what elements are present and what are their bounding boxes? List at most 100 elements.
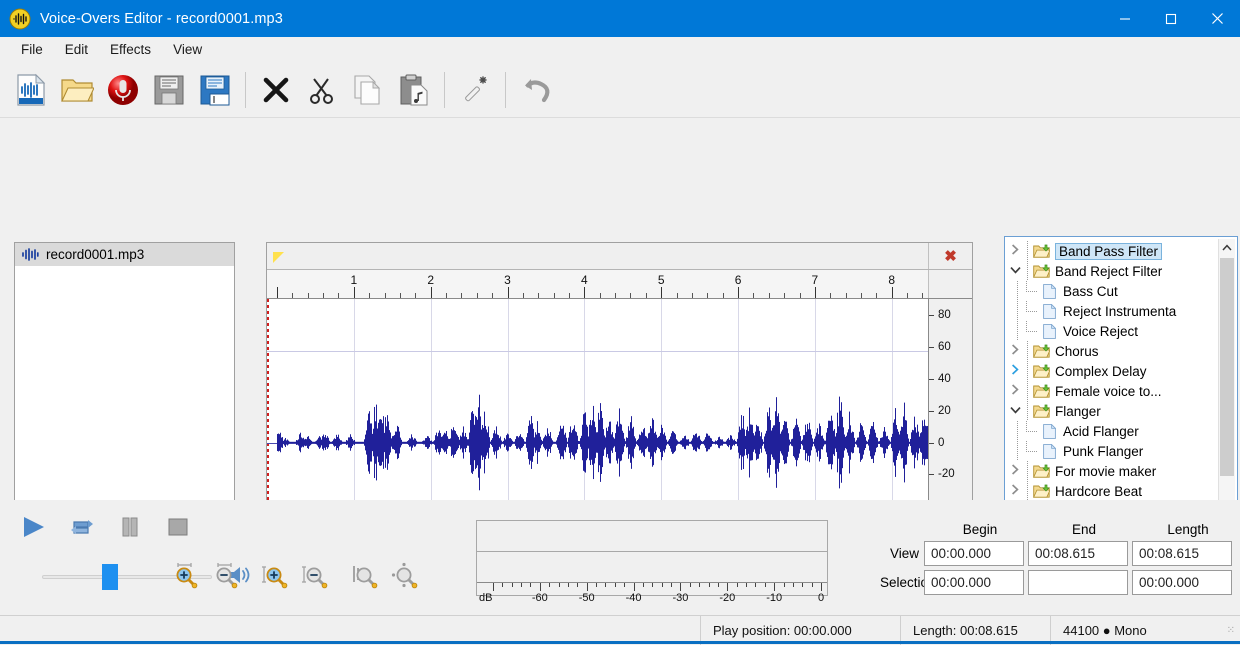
save-button[interactable] bbox=[146, 67, 192, 113]
new-file-button[interactable] bbox=[8, 67, 54, 113]
ruler-minor-tick bbox=[676, 293, 678, 298]
ruler-label: 4 bbox=[581, 273, 588, 287]
selection-row: Selection 00:00.000 00:00.000 bbox=[880, 570, 1240, 595]
loop-button[interactable] bbox=[64, 512, 100, 542]
view-row: View 00:00.000 00:08.615 00:08.615 bbox=[880, 541, 1240, 566]
tree-folder-row[interactable]: Chorus bbox=[1007, 341, 1218, 361]
chevron-right-icon[interactable] bbox=[1007, 384, 1023, 398]
selection-begin-field[interactable]: 00:00.000 bbox=[924, 570, 1024, 595]
ruler-minor-tick bbox=[415, 293, 417, 298]
minimize-button[interactable] bbox=[1102, 0, 1148, 37]
tree-folder-row[interactable]: Female voice to... bbox=[1007, 381, 1218, 401]
pause-button[interactable] bbox=[112, 512, 148, 542]
paste-button[interactable] bbox=[391, 67, 437, 113]
tree-item-row[interactable]: Acid Flanger bbox=[1007, 421, 1218, 441]
ruler-minor-tick bbox=[615, 293, 617, 298]
tree-item-row[interactable]: Punk Flanger bbox=[1007, 441, 1218, 461]
delete-button[interactable] bbox=[253, 67, 299, 113]
tree-folder-row[interactable]: For movie maker bbox=[1007, 461, 1218, 481]
amplitude-label: 20 bbox=[938, 404, 951, 417]
list-item[interactable]: record0001.mp3 bbox=[15, 243, 234, 266]
scroll-up-icon[interactable] bbox=[1219, 239, 1235, 256]
menu-effects[interactable]: Effects bbox=[99, 39, 162, 60]
tree-connector bbox=[1013, 441, 1023, 461]
ruler-major-tick bbox=[814, 287, 816, 298]
meter-minor-tick bbox=[624, 583, 626, 587]
chevron-right-icon[interactable] bbox=[1007, 484, 1023, 498]
zoom-out-vertical-icon[interactable] bbox=[300, 562, 330, 590]
zoom-selection-icon[interactable] bbox=[350, 562, 380, 590]
tree-connector bbox=[1023, 381, 1033, 401]
open-folder-button[interactable] bbox=[54, 67, 100, 113]
magic-wand-button[interactable] bbox=[452, 67, 498, 113]
zoom-in-vertical-icon[interactable] bbox=[260, 562, 290, 590]
tree-folder-row[interactable]: Band Reject Filter bbox=[1007, 261, 1218, 281]
document-icon bbox=[1043, 443, 1057, 459]
track-header-left[interactable] bbox=[267, 243, 928, 269]
close-button[interactable] bbox=[1194, 0, 1240, 37]
play-button[interactable] bbox=[16, 512, 52, 542]
chevron-down-icon[interactable] bbox=[1007, 266, 1023, 277]
meter-minor-tick bbox=[558, 583, 560, 587]
zoom-in-horizontal-icon[interactable] bbox=[170, 562, 200, 590]
tree-node-label: Bass Cut bbox=[1063, 283, 1118, 299]
tree-folder-row[interactable]: Complex Delay bbox=[1007, 361, 1218, 381]
tree-folder-row[interactable]: Flanger bbox=[1007, 401, 1218, 421]
meter-minor-tick bbox=[577, 583, 579, 587]
tree-connector bbox=[1023, 401, 1033, 421]
tree-folder-row[interactable]: Band Pass Filter bbox=[1007, 241, 1218, 261]
meter-tick-label: -60 bbox=[531, 592, 548, 604]
ruler-minor-tick bbox=[830, 293, 832, 298]
chevron-down-icon[interactable] bbox=[1007, 406, 1023, 417]
chevron-right-icon[interactable] bbox=[1007, 464, 1023, 478]
copy-button[interactable] bbox=[345, 67, 391, 113]
zoom-out-horizontal-icon[interactable] bbox=[210, 562, 240, 590]
menu-view[interactable]: View bbox=[162, 39, 213, 60]
amplitude-tick bbox=[929, 314, 934, 316]
view-length-field[interactable]: 00:08.615 bbox=[1132, 541, 1232, 566]
chevron-right-icon[interactable] bbox=[1007, 344, 1023, 358]
toolbar bbox=[0, 62, 1240, 118]
maximize-button[interactable] bbox=[1148, 0, 1194, 37]
folder-icon bbox=[1033, 384, 1051, 398]
view-begin-field[interactable]: 00:00.000 bbox=[924, 541, 1024, 566]
view-end-field[interactable]: 00:08.615 bbox=[1028, 541, 1128, 566]
menu-file[interactable]: File bbox=[10, 39, 54, 60]
document-icon bbox=[1043, 283, 1057, 299]
undo-button[interactable] bbox=[513, 67, 559, 113]
close-track-button[interactable]: ✖ bbox=[928, 243, 972, 269]
menu-bar: File Edit Effects View bbox=[0, 37, 1240, 62]
resize-grip-icon[interactable]: ⁙ bbox=[1227, 625, 1236, 636]
record-button[interactable] bbox=[100, 67, 146, 113]
chevron-right-icon[interactable] bbox=[1007, 244, 1023, 258]
tree-item-row[interactable]: Reject Instrumenta bbox=[1007, 301, 1218, 321]
scrollbar-thumb[interactable] bbox=[1220, 258, 1234, 476]
tree-connector bbox=[1023, 461, 1033, 481]
ruler-minor-tick bbox=[292, 293, 294, 298]
chevron-right-icon[interactable] bbox=[1007, 364, 1023, 378]
tree-item-row[interactable]: Voice Reject bbox=[1007, 321, 1218, 341]
amplitude-label: 40 bbox=[938, 372, 951, 385]
menu-edit[interactable]: Edit bbox=[54, 39, 99, 60]
selection-length-field[interactable]: 00:00.000 bbox=[1132, 570, 1232, 595]
tree-item-row[interactable]: Bass Cut bbox=[1007, 281, 1218, 301]
level-meter-right-channel bbox=[477, 552, 827, 583]
stop-button[interactable] bbox=[160, 512, 196, 542]
ruler-minor-tick bbox=[569, 293, 570, 298]
meter-minor-tick bbox=[736, 583, 738, 587]
tree-elbow-connector bbox=[1023, 321, 1041, 341]
tree-connector bbox=[1023, 261, 1033, 281]
tree-folder-row[interactable]: Hardcore Beat bbox=[1007, 481, 1218, 501]
save-as-button[interactable] bbox=[192, 67, 238, 113]
time-ruler[interactable]: 1 2 3 4 5 6 7 8 bbox=[267, 270, 928, 298]
cut-scissors-button[interactable] bbox=[299, 67, 345, 113]
meter-major-tick bbox=[539, 583, 541, 591]
meter-minor-tick bbox=[596, 583, 598, 587]
folder-icon bbox=[1033, 464, 1051, 478]
meter-minor-tick bbox=[521, 583, 523, 587]
time-panel: Begin End Length View 00:00.000 00:08.61… bbox=[880, 522, 1240, 595]
zoom-all-icon[interactable] bbox=[390, 562, 420, 590]
selection-end-field[interactable] bbox=[1028, 570, 1128, 595]
bottom-panel: dB -60 -50 -40 -30 -20 -10 0 Begin End Length … bbox=[0, 500, 1240, 615]
slider-thumb[interactable] bbox=[102, 563, 118, 590]
